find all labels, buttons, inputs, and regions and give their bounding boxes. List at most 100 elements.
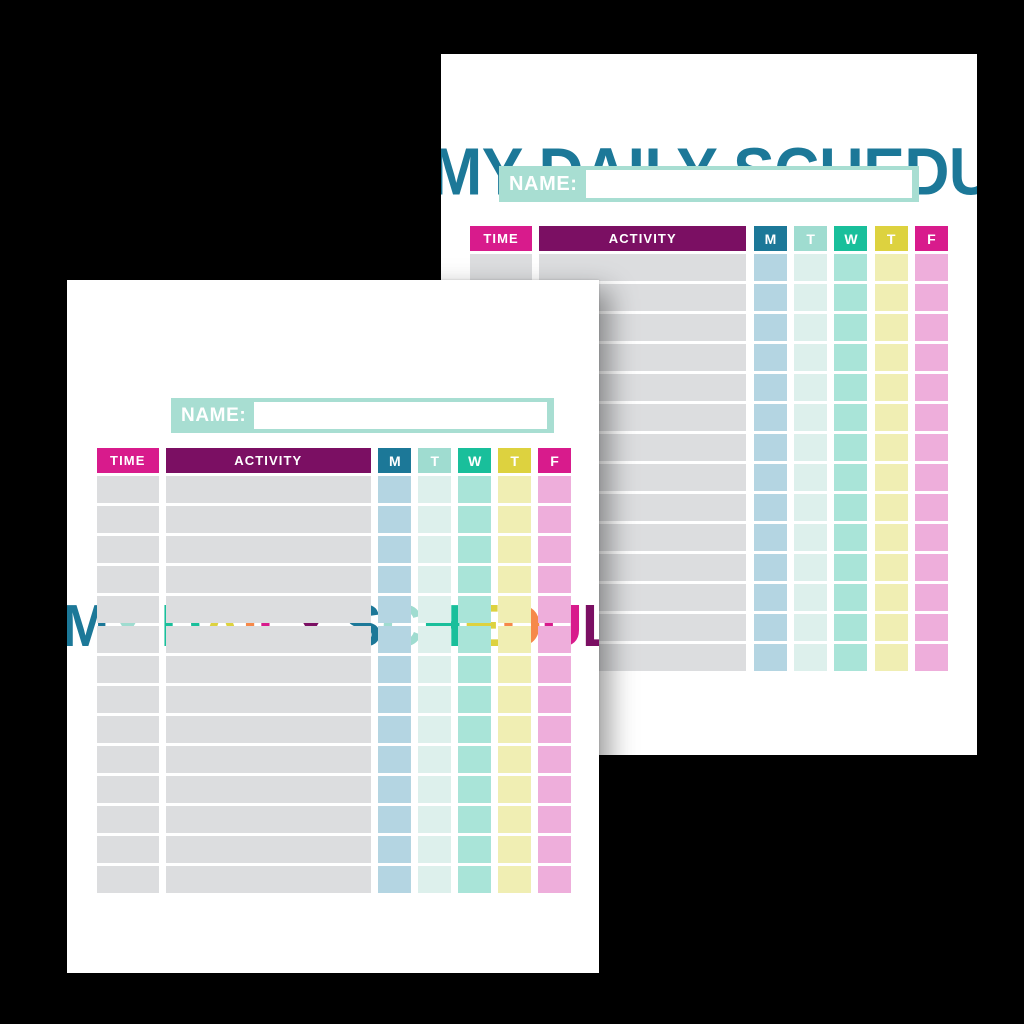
cell-thu[interactable]: [498, 776, 532, 803]
cell-tue[interactable]: [794, 434, 828, 461]
cell-activity[interactable]: [165, 776, 371, 803]
cell-wed[interactable]: [458, 716, 492, 743]
cell-activity[interactable]: [165, 806, 371, 833]
cell-fri[interactable]: [914, 644, 949, 671]
cell-thu[interactable]: [498, 806, 532, 833]
cell-fri[interactable]: [538, 776, 571, 803]
cell-fri[interactable]: [538, 746, 571, 773]
cell-mon[interactable]: [378, 506, 412, 533]
cell-wed[interactable]: [458, 566, 492, 593]
cell-wed[interactable]: [458, 866, 492, 893]
column-header-activity[interactable]: ACTIVITY: [165, 448, 371, 473]
cell-wed[interactable]: [458, 686, 492, 713]
column-header-time[interactable]: TIME: [97, 448, 159, 473]
cell-thu[interactable]: [874, 494, 908, 521]
table-row[interactable]: [97, 866, 571, 893]
cell-mon[interactable]: [753, 404, 787, 431]
cell-activity[interactable]: [165, 476, 371, 503]
cell-thu[interactable]: [874, 614, 908, 641]
cell-wed[interactable]: [458, 626, 492, 653]
name-input-back[interactable]: [585, 170, 912, 198]
table-row[interactable]: [97, 746, 571, 773]
cell-activity[interactable]: [165, 716, 371, 743]
cell-tue[interactable]: [794, 374, 828, 401]
table-row[interactable]: [97, 596, 571, 623]
cell-thu[interactable]: [874, 374, 908, 401]
cell-fri[interactable]: [538, 506, 571, 533]
table-row[interactable]: [97, 476, 571, 503]
cell-wed[interactable]: [458, 506, 492, 533]
cell-thu[interactable]: [498, 686, 532, 713]
cell-time[interactable]: [97, 806, 159, 833]
cell-tue[interactable]: [794, 464, 828, 491]
cell-thu[interactable]: [498, 746, 532, 773]
cell-fri[interactable]: [538, 566, 571, 593]
cell-wed[interactable]: [458, 776, 492, 803]
table-row[interactable]: [97, 836, 571, 863]
cell-mon[interactable]: [378, 866, 412, 893]
cell-time[interactable]: [97, 716, 159, 743]
cell-mon[interactable]: [378, 686, 412, 713]
cell-fri[interactable]: [914, 344, 949, 371]
cell-wed[interactable]: [458, 836, 492, 863]
cell-mon[interactable]: [378, 806, 412, 833]
cell-wed[interactable]: [834, 554, 868, 581]
cell-mon[interactable]: [378, 536, 412, 563]
cell-mon[interactable]: [378, 476, 412, 503]
cell-thu[interactable]: [874, 524, 908, 551]
cell-wed[interactable]: [458, 746, 492, 773]
table-row[interactable]: [97, 716, 571, 743]
cell-wed[interactable]: [458, 596, 492, 623]
cell-mon[interactable]: [753, 344, 787, 371]
table-row[interactable]: [97, 506, 571, 533]
cell-tue[interactable]: [418, 866, 452, 893]
column-header-mon[interactable]: M: [378, 448, 412, 473]
cell-tue[interactable]: [418, 566, 452, 593]
cell-mon[interactable]: [753, 524, 787, 551]
cell-tue[interactable]: [794, 644, 828, 671]
cell-fri[interactable]: [538, 806, 571, 833]
cell-wed[interactable]: [834, 614, 868, 641]
cell-mon[interactable]: [753, 614, 787, 641]
column-header-fri[interactable]: F: [914, 226, 949, 251]
cell-fri[interactable]: [538, 656, 571, 683]
cell-wed[interactable]: [458, 536, 492, 563]
column-header-wed[interactable]: W: [458, 448, 492, 473]
cell-fri[interactable]: [914, 584, 949, 611]
cell-mon[interactable]: [378, 566, 412, 593]
cell-time[interactable]: [97, 656, 159, 683]
cell-tue[interactable]: [418, 746, 452, 773]
cell-fri[interactable]: [538, 716, 571, 743]
cell-time[interactable]: [97, 596, 159, 623]
cell-time[interactable]: [97, 776, 159, 803]
column-header-activity[interactable]: ACTIVITY: [539, 226, 747, 251]
cell-fri[interactable]: [538, 866, 571, 893]
column-header-time[interactable]: TIME: [470, 226, 533, 251]
cell-thu[interactable]: [874, 284, 908, 311]
cell-wed[interactable]: [834, 434, 868, 461]
cell-wed[interactable]: [834, 314, 868, 341]
cell-fri[interactable]: [538, 626, 571, 653]
cell-tue[interactable]: [794, 314, 828, 341]
cell-wed[interactable]: [834, 404, 868, 431]
table-row[interactable]: [97, 656, 571, 683]
table-row[interactable]: [97, 776, 571, 803]
cell-activity[interactable]: [165, 506, 371, 533]
cell-time[interactable]: [97, 746, 159, 773]
name-field-back[interactable]: NAME:: [499, 166, 919, 202]
table-row[interactable]: [97, 686, 571, 713]
column-header-tue[interactable]: T: [418, 448, 452, 473]
cell-mon[interactable]: [378, 746, 412, 773]
cell-tue[interactable]: [794, 614, 828, 641]
cell-mon[interactable]: [753, 464, 787, 491]
cell-time[interactable]: [97, 626, 159, 653]
cell-tue[interactable]: [418, 506, 452, 533]
cell-wed[interactable]: [834, 284, 868, 311]
cell-mon[interactable]: [753, 284, 787, 311]
name-input-front[interactable]: [254, 402, 547, 429]
cell-thu[interactable]: [498, 626, 532, 653]
cell-fri[interactable]: [914, 434, 949, 461]
cell-thu[interactable]: [874, 344, 908, 371]
cell-time[interactable]: [97, 536, 159, 563]
cell-thu[interactable]: [874, 314, 908, 341]
